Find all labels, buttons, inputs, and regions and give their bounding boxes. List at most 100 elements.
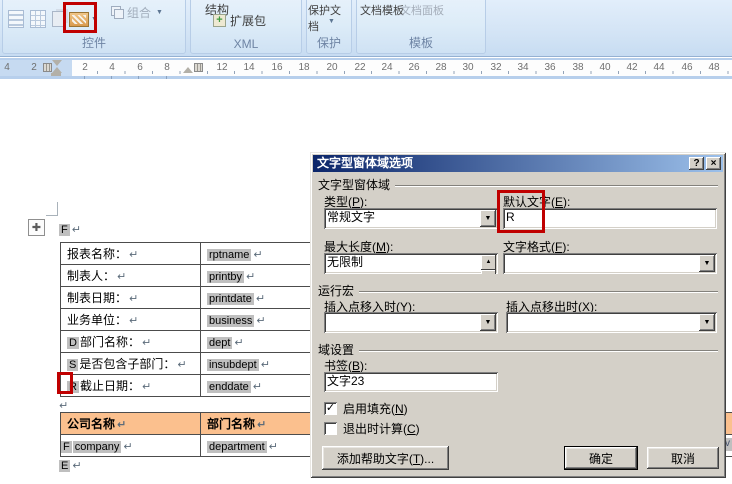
form-field-prefix[interactable]: D: [67, 337, 79, 349]
row-label: 制表日期：: [67, 291, 128, 305]
table-column-marker[interactable]: [43, 63, 52, 72]
left-indent-marker[interactable]: [51, 73, 61, 76]
ruler-strip: 42 2 4 6 8 12 14 16 18 20 22 24 26 28 30 32 34 36 38 40 42 4…: [0, 60, 732, 76]
paragraph-mark: ↵: [117, 419, 127, 431]
group-label: 运行宏: [318, 284, 355, 298]
word-window: ▼ 属性 组合 ▼ 控件 结构 + 扩展包 XML: [0, 0, 732, 484]
form-field-F[interactable]: F: [59, 224, 70, 236]
calc-on-exit-checkbox[interactable]: [324, 422, 337, 435]
field-cell[interactable]: enddate ↵: [200, 374, 313, 397]
right-indent-marker[interactable]: [183, 67, 193, 73]
type-value: 常规文字: [327, 210, 376, 224]
group-label: 组合: [127, 5, 152, 20]
paragraph-mark: ↵: [129, 249, 139, 261]
bookmark-input[interactable]: 文字23: [324, 372, 498, 392]
form-field-E[interactable]: E: [59, 460, 71, 472]
form-field[interactable]: insubdept: [207, 358, 259, 371]
ribbon-group-xml: 结构 + 扩展包 XML: [190, 0, 302, 54]
field-cell[interactable]: printby ↵: [200, 264, 313, 287]
label-cell[interactable]: 报表名称： ↵: [60, 242, 201, 265]
form-field[interactable]: printdate: [207, 292, 254, 305]
dropdown-list-icon: [30, 10, 46, 28]
header-label: 公司名称: [67, 417, 116, 431]
field-cell[interactable]: business ↵: [200, 308, 313, 331]
chevron-down-icon[interactable]: ▼: [699, 255, 715, 272]
max-length-value: 无限制: [327, 255, 364, 269]
controls-right-stack: 属性 组合 ▼: [111, 0, 185, 21]
chevron-down-icon: ▼: [156, 8, 163, 16]
ribbon-group-protect: 保护文档 ▼ 保护: [306, 0, 352, 54]
paragraph-before-table: F ↵: [59, 222, 81, 236]
first-line-indent-marker[interactable]: [52, 60, 62, 66]
expansion-pack-label: 扩展包: [230, 14, 267, 28]
group-button[interactable]: 组合 ▼: [111, 3, 185, 21]
cancel-button[interactable]: 取消: [647, 447, 719, 469]
chevron-down-icon[interactable]: ▼: [480, 210, 496, 227]
form-field[interactable]: department: [207, 440, 267, 453]
form-field-prefix[interactable]: S: [67, 359, 79, 371]
paragraph-mark: ↵: [234, 336, 244, 349]
table-move-handle[interactable]: ✚: [28, 219, 45, 236]
table-row: S 是否包含子部门： ↵ insubdept ↵: [60, 352, 313, 375]
field-cell[interactable]: dept ↵: [200, 330, 313, 353]
ribbon-group-template: 文档模板 文档面板 模板: [356, 0, 486, 54]
form-field[interactable]: business: [207, 314, 255, 327]
fillin-checkbox[interactable]: ✓: [324, 402, 337, 415]
field-cell[interactable]: rptname ↵: [200, 242, 313, 265]
label-cell[interactable]: R 截止日期： ↵: [60, 374, 201, 397]
text-boundary-mark: [57, 202, 58, 216]
ok-button-ring: 确定: [564, 446, 638, 470]
entry-macro-combobox[interactable]: ▼: [324, 312, 498, 333]
dropdown-list-control-button[interactable]: [30, 4, 46, 34]
form-field[interactable]: enddate: [207, 380, 251, 393]
help-icon[interactable]: ?: [689, 157, 704, 170]
label-cell[interactable]: 制表人： ↵: [60, 264, 201, 287]
dialog-title-bar: 文字型窗体域选项 ? ×: [313, 155, 723, 172]
template-group-label: 模板: [408, 36, 433, 50]
xml-group-label: XML: [233, 37, 259, 51]
form-field-prefix[interactable]: F: [61, 440, 72, 453]
chevron-down-icon[interactable]: ▼: [328, 18, 335, 25]
table-row: 业务单位： ↵ business ↵: [60, 308, 313, 331]
table-row: R 截止日期： ↵ enddate ↵: [60, 374, 313, 397]
header-cell[interactable]: 公司名称 ↵: [60, 412, 201, 435]
add-help-text-button[interactable]: 添加帮助文字(T)...: [322, 446, 449, 470]
chevron-down-icon[interactable]: ▼: [480, 314, 496, 331]
expansion-pack-icon: +: [213, 14, 226, 27]
report-fields-table: 报表名称： ↵ rptname ↵ 制表人： ↵ printby ↵ 制表日期： ↵ pr…: [60, 242, 313, 397]
calc-on-exit-label: 退出时计算(C): [343, 422, 420, 436]
spinner-buttons[interactable]: ▲ ▼: [481, 255, 496, 274]
form-field[interactable]: company: [72, 440, 122, 453]
max-length-spinner[interactable]: 无限制 ▲ ▼: [324, 253, 498, 274]
table-row: 制表人： ↵ printby ↵: [60, 264, 313, 287]
label-cell[interactable]: D 部门名称： ↵: [60, 330, 201, 353]
document-template-button[interactable]: 文档模板: [360, 2, 404, 18]
label-cell[interactable]: 业务单位： ↵: [60, 308, 201, 331]
row-label: 业务单位：: [67, 313, 128, 327]
chevron-down-icon[interactable]: ▼: [699, 314, 715, 331]
type-combobox[interactable]: 常规文字 ▼: [324, 208, 498, 229]
text-boundary-mark: [46, 215, 57, 216]
exit-macro-combobox[interactable]: ▼: [506, 312, 717, 333]
table-column-marker[interactable]: [194, 63, 203, 72]
ok-button[interactable]: 确定: [565, 447, 637, 469]
paragraph-mark: ↵: [129, 293, 139, 305]
fillin-enabled-row: ✓ 启用填充(N): [324, 400, 408, 417]
combo-box-control-button[interactable]: [8, 4, 24, 34]
divider: [359, 349, 718, 352]
text-format-combobox[interactable]: ▼: [503, 253, 717, 274]
form-field[interactable]: printby: [207, 270, 245, 283]
row-label: 制表人：: [67, 269, 116, 283]
form-field[interactable]: dept: [207, 336, 233, 349]
label-cell[interactable]: 制表日期： ↵: [60, 286, 201, 309]
callout-legacy-tools: [63, 2, 97, 33]
expansion-pack-button[interactable]: + 扩展包: [213, 12, 266, 29]
paragraph-mark: ↵: [141, 381, 152, 393]
field-cell[interactable]: Fcompany ↵: [60, 434, 201, 457]
form-field[interactable]: rptname: [207, 248, 252, 261]
paragraph-mark: ↵: [253, 248, 263, 261]
label-cell[interactable]: S 是否包含子部门： ↵: [60, 352, 201, 375]
field-cell[interactable]: printdate ↵: [200, 286, 313, 309]
field-cell[interactable]: insubdept ↵: [200, 352, 313, 375]
close-icon[interactable]: ×: [706, 157, 721, 170]
